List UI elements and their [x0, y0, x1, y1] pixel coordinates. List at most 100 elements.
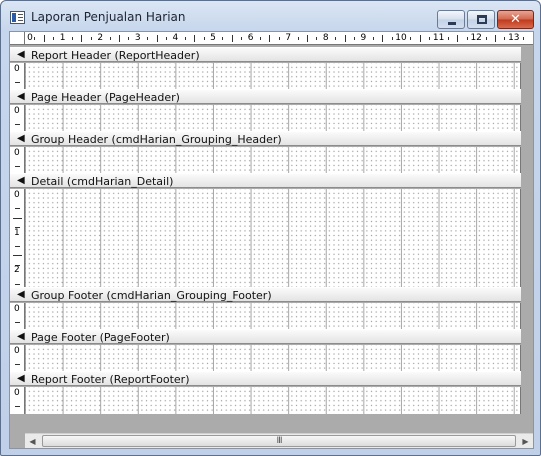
ruler-tick [297, 37, 299, 40]
section-arrow-icon: ◀ [17, 91, 25, 102]
vertical-ruler[interactable]: 0 [10, 303, 25, 329]
section-arrow-icon: ◀ [17, 289, 25, 300]
vertical-ruler-number: 2 [14, 265, 20, 276]
vertical-ruler-tick [15, 82, 20, 84]
section-arrow-icon: ◀ [17, 373, 25, 384]
ruler-number: 1 [59, 33, 66, 43]
report-design-window: Laporan Penjualan Harian ✕ 0 1 2 3 4 5 6 7 8 9 10 1… [0, 0, 541, 456]
ruler-tick [382, 35, 384, 42]
section-design-area[interactable] [25, 63, 521, 89]
ruler-corner[interactable] [10, 32, 25, 45]
vertical-ruler-number: 0 [14, 64, 20, 74]
section-bar[interactable]: ◀ Page Footer (PageFooter) [10, 329, 521, 344]
ruler-tick [156, 35, 158, 42]
ruler-tick [278, 37, 280, 40]
ruler-tick [316, 37, 318, 40]
ruler-number: 5 [210, 33, 216, 43]
ruler-tick [231, 35, 233, 42]
ruler-tick [222, 37, 224, 40]
ruler-tick [34, 37, 36, 40]
vertical-ruler-tick [15, 283, 20, 285]
section-label: Group Header (cmdHarian_Grouping_Header) [31, 133, 282, 146]
maximize-icon [477, 15, 487, 24]
ruler-tick [504, 37, 506, 40]
section-arrow-icon: ◀ [17, 175, 25, 186]
ruler-number: 10 [395, 33, 407, 43]
vertical-ruler-tick [13, 255, 22, 257]
section-bar[interactable]: ◀ Group Footer (cmdHarian_Grouping_Footer… [10, 287, 521, 302]
close-button[interactable]: ✕ [497, 10, 534, 29]
ruler-tick [485, 37, 487, 40]
vertical-ruler-tick [13, 217, 22, 219]
scrollbar-thumb[interactable]: III [42, 435, 516, 447]
section-arrow-icon: ◀ [17, 331, 25, 342]
vertical-ruler-number: 0 [14, 388, 20, 398]
ruler-tick [109, 37, 111, 40]
section-label: Report Header (ReportHeader) [31, 49, 200, 62]
ruler-tick [410, 37, 412, 40]
section-bar[interactable]: ◀ Report Footer (ReportFooter) [10, 371, 521, 386]
section-design-area[interactable] [25, 147, 521, 173]
vertical-ruler[interactable]: 0 [10, 147, 25, 173]
section-design-area[interactable] [25, 303, 521, 329]
ruler-tick [429, 37, 431, 40]
ruler-tick [203, 37, 205, 40]
vertical-ruler-tick [15, 364, 20, 366]
ruler-number: 7 [285, 33, 292, 43]
ruler-tick [194, 35, 196, 42]
close-icon: ✕ [510, 12, 521, 27]
ruler-number: 3 [134, 33, 141, 43]
section-label: Page Header (PageHeader) [31, 91, 180, 104]
scroll-right-button[interactable]: ▶ [518, 434, 533, 449]
section-design-area[interactable] [25, 189, 521, 287]
maximize-button[interactable] [467, 10, 495, 29]
vertical-ruler[interactable]: 0 [10, 63, 25, 89]
section-bar[interactable]: ◀ Group Header (cmdHarian_Grouping_Header… [10, 131, 521, 146]
ruler-tick [184, 37, 186, 40]
vertical-ruler-number: 0 [14, 106, 20, 116]
ruler-number: 12 [470, 33, 482, 43]
section-design-area[interactable] [25, 387, 521, 414]
section-label: Detail (cmdHarian_Detail) [31, 175, 174, 188]
report-icon[interactable] [10, 11, 25, 24]
vertical-ruler[interactable]: 0 [10, 345, 25, 371]
vertical-ruler-number: 0 [14, 346, 20, 356]
ruler-number: 9 [360, 33, 367, 43]
vertical-ruler[interactable]: 0 [10, 105, 25, 131]
ruler-tick [344, 35, 346, 42]
ruler-tick [372, 37, 374, 40]
horizontal-ruler[interactable]: 0 1 2 3 4 5 6 7 8 9 10 11 12 13 [25, 32, 533, 45]
ruler-tick [457, 35, 459, 42]
ruler-number: 8 [322, 33, 329, 43]
vertical-ruler[interactable]: 0 [10, 387, 25, 414]
minimize-button[interactable] [437, 10, 465, 29]
ruler-tick [43, 35, 45, 42]
section-design-area[interactable] [25, 105, 521, 131]
vertical-ruler-number: 1 [14, 227, 20, 238]
ruler-tick [354, 37, 355, 40]
vertical-ruler[interactable]: 0 1 2 [10, 189, 25, 287]
horizontal-scrollbar[interactable]: ◀ III ▶ [25, 433, 533, 448]
ruler-tick [523, 37, 525, 40]
section-arrow-icon: ◀ [17, 133, 25, 144]
section-bar[interactable]: ◀ Detail (cmdHarian_Detail) [10, 173, 521, 188]
report-designer: 0 1 2 3 4 5 6 7 8 9 10 11 12 13 ◀ Report Header (Repor… [9, 31, 534, 449]
ruler-tick [241, 37, 243, 40]
scroll-corner [10, 433, 25, 448]
section-label: Report Footer (ReportFooter) [31, 373, 190, 386]
workspace-margin [521, 45, 533, 433]
ruler-tick [466, 37, 468, 40]
scroll-left-button[interactable]: ◀ [25, 434, 40, 449]
section-bar[interactable]: ◀ Page Header (PageHeader) [10, 89, 521, 104]
title-bar[interactable]: Laporan Penjualan Harian ✕ [1, 1, 540, 31]
ruler-tick [495, 35, 496, 42]
section-design-area[interactable] [25, 345, 521, 371]
ruler-tick [166, 37, 167, 40]
vertical-ruler-tick [15, 208, 20, 210]
ruler-tick [419, 35, 421, 42]
minimize-icon [448, 22, 456, 25]
section-bar[interactable]: ◀ Report Header (ReportHeader) [10, 47, 521, 62]
ruler-number: 4 [172, 33, 179, 43]
ruler-tick [448, 37, 449, 40]
ruler-tick [307, 35, 308, 42]
